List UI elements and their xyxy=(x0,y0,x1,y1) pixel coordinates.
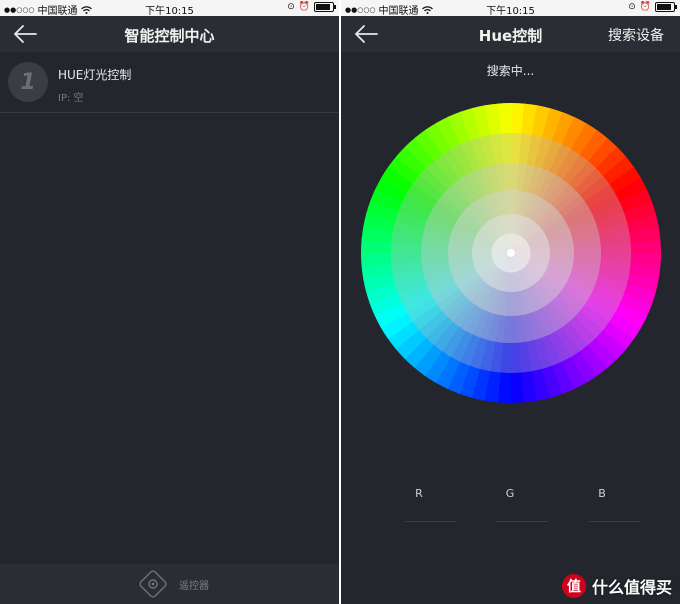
channel-g-input[interactable] xyxy=(496,521,548,522)
status-bar: ●●○○○ 中国联通 下午10:15 ⊙ ⏰ xyxy=(0,0,339,17)
page-title: 智能控制中心 xyxy=(124,27,215,45)
device-number-badge: 1 xyxy=(8,62,48,102)
right-screen: ●●○○○ 中国联通 下午10:15 ⊙ ⏰ Hue控制 搜索设备 搜索中...… xyxy=(341,0,680,604)
navbar: 智能控制中心 xyxy=(0,16,339,52)
device-ip: IP: 空 xyxy=(58,93,84,104)
channel-b-input[interactable] xyxy=(589,521,641,522)
color-wheel[interactable] xyxy=(361,103,661,403)
channel-g-label: G xyxy=(505,487,515,500)
device-item-hue[interactable]: 1 HUE灯光控制 IP: 空 xyxy=(0,52,339,113)
bottom-bar: 遥控器 xyxy=(0,564,339,604)
status-bar: ●●○○○ 中国联通 下午10:15 ⊙ ⏰ xyxy=(341,0,680,17)
rotation-lock-icon: ⊙ xyxy=(628,2,636,12)
rotation-lock-icon: ⊙ xyxy=(287,2,295,12)
watermark-logo: 值 xyxy=(561,574,586,598)
remote-label: 遥控器 xyxy=(179,580,209,592)
remote-button[interactable]: 遥控器 xyxy=(137,568,209,600)
battery-icon xyxy=(655,2,677,12)
channel-r-label: R xyxy=(415,487,423,500)
channel-b-label: B xyxy=(598,487,606,500)
gamepad-icon xyxy=(139,570,167,598)
channel-r-input[interactable] xyxy=(405,521,457,522)
search-devices-button[interactable]: 搜索设备 xyxy=(608,25,664,45)
navbar: Hue控制 搜索设备 xyxy=(341,16,680,52)
alarm-icon: ⏰ xyxy=(639,2,651,12)
searching-status: 搜索中... xyxy=(486,64,535,78)
device-name: HUE灯光控制 xyxy=(58,68,132,82)
alarm-icon: ⏰ xyxy=(298,2,310,12)
watermark-text: 什么值得买 xyxy=(591,578,672,597)
watermark: 值 什么值得买 xyxy=(561,574,672,598)
battery-icon xyxy=(314,2,336,12)
left-screen: ●●○○○ 中国联通 下午10:15 ⊙ ⏰ 智能控制中心 1 HUE灯光控制 … xyxy=(0,0,339,604)
color-picker-handle[interactable] xyxy=(507,249,515,257)
